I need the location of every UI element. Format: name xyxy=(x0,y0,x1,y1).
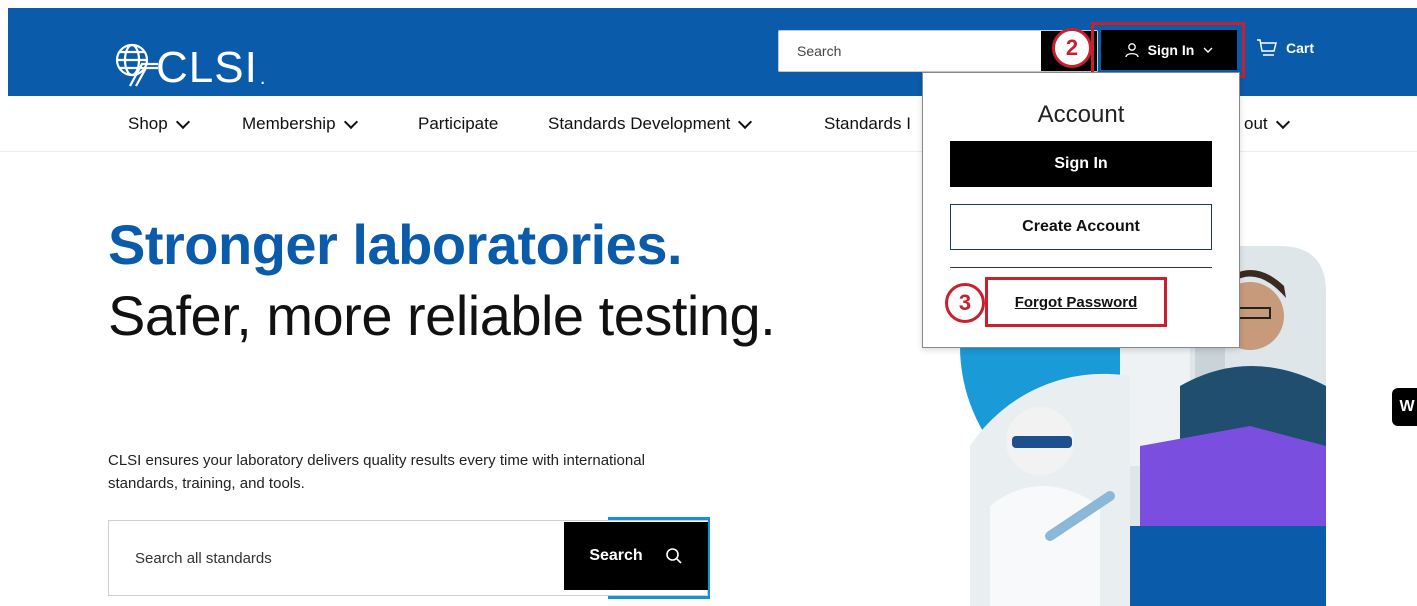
cart-link[interactable]: Cart xyxy=(1256,38,1314,58)
dropdown-signin-button[interactable]: Sign In xyxy=(950,141,1212,187)
side-widget-tab[interactable]: W xyxy=(1392,388,1417,426)
nav-shop-label: Shop xyxy=(128,114,168,133)
step-2-badge: 2 xyxy=(1052,28,1092,68)
account-dropdown-title: Account xyxy=(1037,101,1125,128)
step-3-badge: 3 xyxy=(945,283,985,323)
nav-standards-development[interactable]: Standards Development xyxy=(548,114,753,134)
standards-search-input[interactable] xyxy=(109,521,565,595)
nav-membership-label: Membership xyxy=(242,114,336,133)
create-account-button[interactable]: Create Account xyxy=(950,204,1212,250)
globe-logo-icon xyxy=(115,43,158,87)
chevron-down-icon xyxy=(1275,114,1290,129)
header-search-box xyxy=(778,30,1098,72)
header-search-input[interactable] xyxy=(779,31,1029,71)
hero-description: CLSI ensures your laboratory delivers qu… xyxy=(108,452,645,492)
dropdown-divider xyxy=(950,267,1212,268)
standards-search-button[interactable]: Search xyxy=(564,522,708,590)
chevron-down-icon xyxy=(175,114,190,129)
nav-membership[interactable]: Membership xyxy=(242,114,358,134)
nav-standards-label: Standards I xyxy=(824,114,911,133)
nav-standards-development-label: Standards Development xyxy=(548,114,731,133)
nav-participate[interactable]: Participate xyxy=(418,114,498,134)
forgot-password-highlight xyxy=(985,277,1167,327)
cart-label: Cart xyxy=(1286,40,1315,56)
signin-highlight xyxy=(1091,22,1245,78)
search-icon xyxy=(665,548,682,564)
cart-icon xyxy=(1257,39,1277,56)
logo-dot: . xyxy=(259,67,266,89)
nav-about-label: out xyxy=(1244,114,1268,133)
chevron-down-icon xyxy=(738,114,753,129)
nav-participate-label: Participate xyxy=(418,114,499,133)
chevron-down-icon xyxy=(343,114,358,129)
standards-search-button-label: Search xyxy=(589,547,643,564)
hero-headline: Stronger laboratories. xyxy=(108,213,683,276)
logo-text: CLSI xyxy=(156,43,258,92)
nav-shop[interactable]: Shop xyxy=(128,114,190,134)
account-dropdown: Account Sign In Create Account Forgot Pa… xyxy=(922,72,1240,348)
clsi-logo[interactable]: CLSI . xyxy=(110,20,265,90)
nav-about[interactable]: out xyxy=(1244,114,1290,134)
nav-standards-implementation[interactable]: Standards I xyxy=(824,114,911,134)
hero-subheadline: Safer, more reliable testing. xyxy=(108,284,776,347)
